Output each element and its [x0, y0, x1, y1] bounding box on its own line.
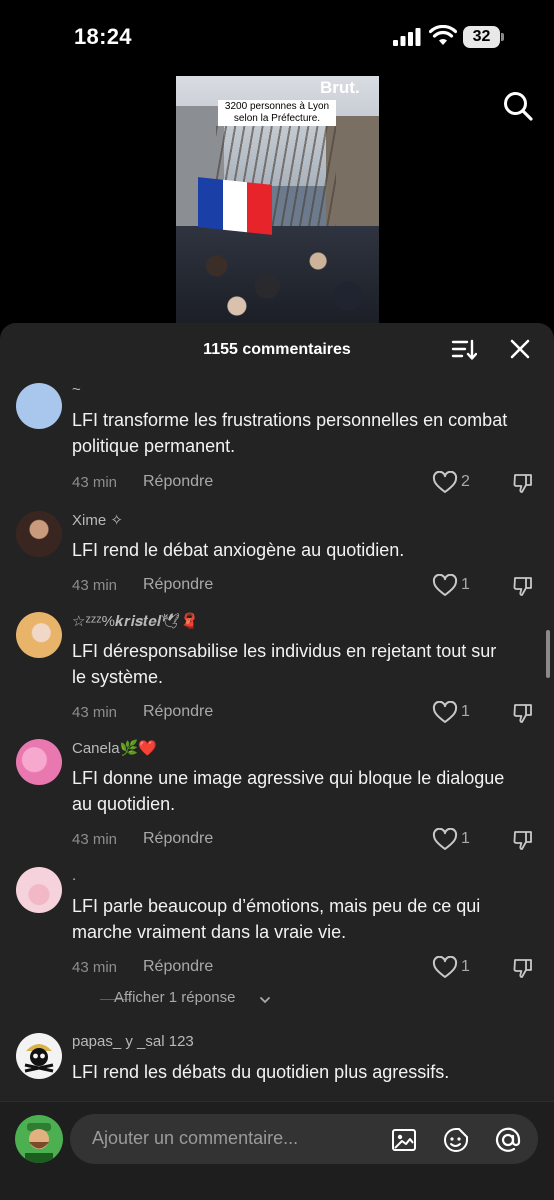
video-caption: 3200 personnes à Lyon selon la Préfectur… — [218, 100, 336, 126]
comment-item: Canela🌿❤️ LFI donne une image agressive … — [0, 737, 554, 857]
skull-icon — [24, 1044, 54, 1073]
comments-sheet: 1155 commentaires ~ LFI transforme les f… — [0, 323, 554, 1200]
comment-time: 43 min — [72, 474, 118, 491]
heart-icon[interactable] — [432, 956, 458, 980]
comment-text: LFI rend les débats du quotidien plus ag… — [72, 1062, 450, 1082]
flag-stripe — [247, 182, 273, 235]
avatar[interactable] — [16, 739, 62, 785]
comment-item: papas_ y _sal 123 LFI rend les débats du… — [0, 1031, 554, 1111]
french-flag — [198, 177, 273, 235]
avatar[interactable] — [16, 511, 62, 557]
comment-item: ☆ᶻᶻᶻ%𝒌𝒓𝒊𝒔𝒕𝒆𝒍🕊🧣 LFI déresponsabilise les … — [0, 610, 554, 730]
like-count: 1 — [461, 830, 470, 847]
cellular-signal-icon — [393, 28, 421, 46]
comment-input[interactable]: Ajouter un commentaire... — [70, 1114, 538, 1164]
search-icon[interactable] — [502, 90, 534, 122]
chevron-down-icon — [260, 997, 270, 1004]
comment-username[interactable]: . — [72, 867, 76, 884]
like-count: 1 — [461, 703, 470, 720]
avatar[interactable] — [16, 1033, 62, 1079]
like-count: 1 — [461, 576, 470, 593]
sort-icon[interactable] — [451, 338, 477, 362]
status-bar: 18:24 32 — [0, 0, 554, 76]
reply-button[interactable]: Répondre — [143, 958, 213, 976]
close-icon[interactable] — [510, 339, 530, 359]
comment-text: LFI donne une image agressive qui bloque… — [72, 768, 505, 814]
heart-icon[interactable] — [432, 471, 458, 495]
at-icon[interactable] — [494, 1126, 522, 1154]
comment-input-placeholder: Ajouter un commentaire... — [92, 1128, 299, 1148]
avatar[interactable] — [16, 867, 62, 913]
thumbs-down-icon[interactable] — [512, 957, 534, 979]
comment-time: 43 min — [72, 577, 118, 594]
battery-level: 32 — [463, 26, 500, 48]
emoji-icon[interactable] — [442, 1126, 470, 1154]
reply-button[interactable]: Répondre — [143, 473, 213, 491]
comment-text: LFI parle beaucoup d’émotions, mais peu … — [72, 896, 481, 942]
thumbs-down-icon[interactable] — [512, 829, 534, 851]
comment-username[interactable]: Xime ✧ — [72, 511, 123, 529]
comment-username[interactable]: ~ — [72, 381, 81, 398]
reply-button[interactable]: Répondre — [143, 703, 213, 721]
comments-header: 1155 commentaires — [0, 323, 554, 377]
comment-item: . LFI parle beaucoup d’émotions, mais pe… — [0, 865, 554, 985]
video-crowd — [176, 226, 379, 326]
view-replies-label: Afficher 1 réponse — [114, 989, 236, 1006]
comment-item: ~ LFI transforme les frustrations person… — [0, 381, 554, 501]
scrollbar[interactable] — [546, 630, 550, 678]
avatar[interactable] — [16, 383, 62, 429]
heart-icon[interactable] — [432, 828, 458, 852]
comment-text: LFI rend le débat anxiogène au quotidien… — [72, 540, 405, 560]
thumbs-down-icon[interactable] — [512, 472, 534, 494]
battery-indicator: 32 — [463, 26, 505, 48]
heart-icon[interactable] — [432, 701, 458, 725]
heart-icon[interactable] — [432, 574, 458, 598]
flag-stripe — [222, 179, 248, 233]
like-count: 2 — [461, 473, 470, 490]
video-preview[interactable]: Brut. 3200 personnes à Lyon selon la Pré… — [176, 76, 379, 326]
profile-cartoon-icon — [25, 1123, 53, 1163]
video-brand-logo: Brut. — [320, 78, 360, 97]
comment-text: LFI transforme les frustrations personne… — [72, 410, 508, 456]
reply-button[interactable]: Répondre — [143, 576, 213, 594]
thumbs-down-icon[interactable] — [512, 702, 534, 724]
comment-username[interactable]: ☆ᶻᶻᶻ%𝒌𝒓𝒊𝒔𝒕𝒆𝒍🕊🧣 — [72, 612, 199, 630]
avatar[interactable] — [15, 1115, 63, 1163]
comment-time: 43 min — [72, 704, 118, 721]
comment-time: 43 min — [72, 959, 118, 976]
like-count: 1 — [461, 958, 470, 975]
flag-stripe — [198, 177, 223, 230]
comment-username[interactable]: papas_ y _sal 123 — [72, 1033, 194, 1050]
comment-time: 43 min — [72, 831, 118, 848]
battery-tip — [501, 33, 504, 41]
reply-button[interactable]: Répondre — [143, 830, 213, 848]
comment-username[interactable]: Canela🌿❤️ — [72, 739, 157, 757]
status-time: 18:24 — [74, 24, 132, 49]
wifi-icon — [429, 25, 457, 45]
comment-text: LFI déresponsabilise les individus en re… — [72, 641, 497, 687]
thumbs-down-icon[interactable] — [512, 575, 534, 597]
avatar[interactable] — [16, 612, 62, 658]
comment-input-bar: Ajouter un commentaire... — [0, 1101, 554, 1200]
comment-item: Xime ✧ LFI rend le débat anxiogène au qu… — [0, 509, 554, 604]
image-icon[interactable] — [390, 1126, 418, 1154]
